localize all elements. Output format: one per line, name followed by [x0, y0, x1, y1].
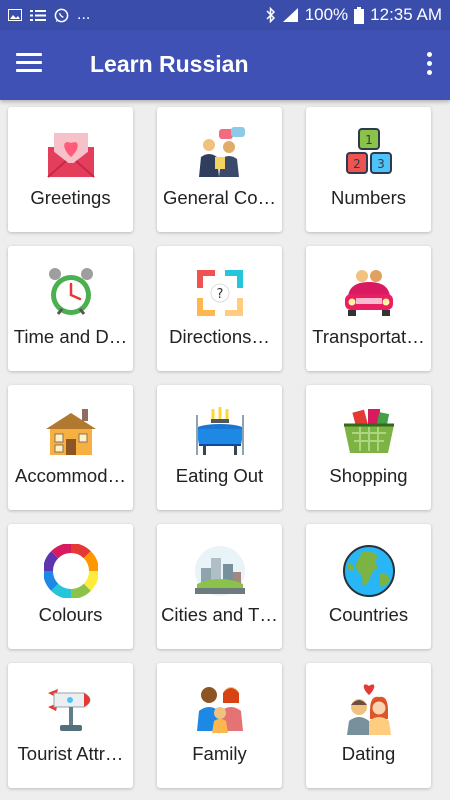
battery-percentage: 100% [304, 5, 349, 24]
category-grid: Greetings General Co… 1 2 3 Numbers Time… [8, 107, 431, 788]
category-label: Transportat… [312, 326, 425, 347]
app-title: Learn Russian [90, 51, 249, 77]
city-icon [195, 546, 245, 596]
more-notifications-text: ... [77, 6, 91, 23]
category-label: Tourist Attr… [17, 743, 124, 764]
category-card-countries[interactable]: Countries [306, 524, 431, 649]
category-card-transportation[interactable]: Transportat… [306, 246, 431, 371]
directions-arrows-icon: ? [197, 270, 243, 316]
svg-text:2: 2 [353, 157, 361, 171]
category-label: Family [192, 743, 247, 764]
category-card-numbers[interactable]: 1 2 3 Numbers [306, 107, 431, 232]
category-label: General Co… [162, 187, 277, 208]
category-label: Greetings [30, 187, 111, 208]
system-icons: 100% 12:35 AM [265, 5, 442, 25]
family-icon [197, 687, 243, 733]
color-wheel-icon [44, 544, 98, 598]
category-label: Colours [38, 604, 103, 625]
category-label: Accommod… [14, 465, 127, 486]
house-icon [46, 409, 96, 455]
category-card-eating-out[interactable]: Eating Out [157, 385, 282, 510]
svg-text:3: 3 [377, 157, 385, 171]
status-bar: ... 100% 12:35 AM [0, 0, 450, 30]
category-card-family[interactable]: Family [157, 663, 282, 788]
category-card-colours[interactable]: Colours [8, 524, 133, 649]
shopping-basket-icon [344, 409, 394, 453]
alarm-clock-icon [49, 268, 93, 315]
svg-text:1: 1 [365, 133, 373, 147]
envelope-heart-icon [47, 133, 95, 178]
category-card-cities-and-towns[interactable]: Cities and T… [157, 524, 282, 649]
globe-icon [343, 545, 395, 597]
category-card-tourist-attractions[interactable]: Tourist Attr… [8, 663, 133, 788]
image-icon [8, 9, 22, 21]
dining-table-icon [196, 407, 244, 455]
conversation-icon [199, 127, 245, 177]
battery-icon [354, 6, 365, 24]
whatsapp-icon [54, 8, 69, 23]
category-label: Time and D… [13, 326, 128, 347]
rocket-icon [48, 689, 91, 731]
couple-icon [347, 684, 391, 735]
category-card-directions[interactable]: ? Directions… [157, 246, 282, 371]
more-vert-icon[interactable] [424, 52, 434, 78]
category-label: Shopping [329, 465, 408, 486]
category-label: Cities and T… [161, 604, 278, 625]
app-bar: Learn Russian [0, 30, 450, 100]
category-label: Countries [328, 604, 409, 625]
category-card-time-and-date[interactable]: Time and D… [8, 246, 133, 371]
category-card-accommodation[interactable]: Accommod… [8, 385, 133, 510]
category-label: Numbers [330, 187, 407, 208]
signal-icon [282, 7, 299, 23]
category-label: Directions… [169, 326, 270, 347]
svg-text:?: ? [217, 287, 224, 302]
notification-icons: ... [8, 6, 90, 24]
bluetooth-icon [265, 7, 276, 23]
category-card-general-conversation[interactable]: General Co… [157, 107, 282, 232]
number-blocks-icon: 1 2 3 [346, 128, 392, 174]
category-card-greetings[interactable]: Greetings [8, 107, 133, 232]
clock-time: 12:35 AM [370, 5, 442, 24]
category-card-dating[interactable]: Dating [306, 663, 431, 788]
category-label: Dating [341, 743, 396, 764]
list-icon [30, 9, 46, 22]
car-icon [345, 270, 393, 316]
category-card-shopping[interactable]: Shopping [306, 385, 431, 510]
category-label: Eating Out [175, 465, 264, 486]
hamburger-menu-icon[interactable] [16, 53, 42, 77]
